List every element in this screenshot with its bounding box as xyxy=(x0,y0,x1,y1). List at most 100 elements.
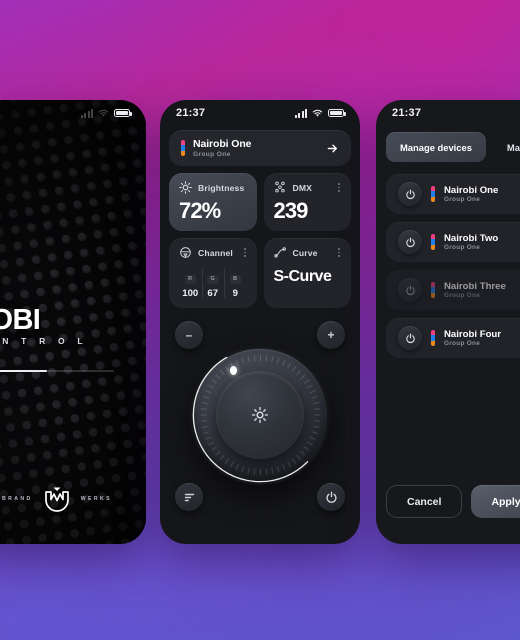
card-curve[interactable]: Curve S-Curve xyxy=(263,238,351,308)
card-dmx[interactable]: DMX 239 xyxy=(263,173,351,231)
device-color-stack-icon xyxy=(431,282,435,298)
power-icon xyxy=(326,491,336,503)
device-row-text: Nairobi One Group One xyxy=(444,185,498,203)
sun-icon xyxy=(179,181,192,194)
filter-lines-icon xyxy=(184,493,194,501)
control-cards-grid: Brightness 72% DMX 239 Channel R 100 G 6… xyxy=(169,173,351,308)
splash-progress-bar xyxy=(0,370,114,372)
device-row-name: Nairobi Two xyxy=(444,232,499,244)
device-row-name: Nairobi Three xyxy=(444,280,506,292)
device-power-toggle[interactable] xyxy=(398,182,422,206)
card-channel-menu-icon[interactable] xyxy=(243,247,247,257)
phone-splash-screen: 21:37 NAIROBI C O N T R O L BRAND WERK xyxy=(0,100,146,544)
curve-icon xyxy=(273,247,286,258)
device-header-group: Group One xyxy=(193,150,231,158)
device-header-text: Nairobi One Group One xyxy=(193,138,318,157)
battery-icon xyxy=(114,108,132,118)
device-row-name: Nairobi Four xyxy=(444,328,502,340)
rgb-key-b: B xyxy=(229,274,241,284)
device-row-text: Nairobi Four Group One xyxy=(444,329,501,347)
device-row-group: Group One xyxy=(444,244,481,252)
device-row-name: Nairobi One xyxy=(444,184,499,196)
card-channel[interactable]: Channel R 100 G 67 B 9 xyxy=(169,238,257,308)
dial-position-indicator[interactable] xyxy=(230,365,238,375)
power-button[interactable] xyxy=(317,483,345,511)
brightness-dial[interactable] xyxy=(190,345,330,485)
device-row-nairobi-three[interactable]: Nairobi Three Group One xyxy=(386,270,520,310)
dial-inner-knob[interactable] xyxy=(216,371,304,459)
device-row-nairobi-four[interactable]: Nairobi Four Group One xyxy=(386,318,520,358)
rgb-key-g: G xyxy=(206,274,219,284)
device-row-nairobi-one[interactable]: Nairobi One Group One xyxy=(386,174,520,214)
device-row-group: Group One xyxy=(444,292,481,300)
tab-manage-groups-label: Manage groups xyxy=(506,141,520,153)
card-dmx-label: DMX xyxy=(292,182,313,193)
status-time-mid: 21:37 xyxy=(176,107,206,119)
card-curve-value: S-Curve xyxy=(273,268,332,285)
device-row-text: Nairobi Three Group One xyxy=(444,281,506,299)
status-icons-mid xyxy=(294,108,346,118)
device-power-toggle[interactable] xyxy=(398,326,422,350)
rgb-value-r: 100 xyxy=(182,288,199,299)
status-bar-right: 21:37 xyxy=(376,100,520,126)
splash-progress-fill xyxy=(0,370,48,372)
device-manager-footer: Cancel Apply Save xyxy=(386,485,520,518)
card-brightness-value: 72% xyxy=(179,198,221,223)
tab-manage-devices-label: Manage devices xyxy=(400,141,472,153)
phone-controller-screen: 21:37 Nairobi One Group One Brightness 7… xyxy=(160,100,360,544)
card-curve-header: Curve xyxy=(273,246,342,259)
device-power-toggle[interactable] xyxy=(398,230,422,254)
rgb-value-b: 9 xyxy=(232,288,238,299)
brightness-sun-icon xyxy=(251,406,269,424)
status-bar-mid: 21:37 xyxy=(160,100,360,126)
device-color-stack-icon xyxy=(431,186,435,202)
apply-label: Apply xyxy=(491,495,520,508)
device-header-bar[interactable]: Nairobi One Group One xyxy=(169,130,351,166)
card-brightness-header: Brightness xyxy=(179,181,247,194)
card-dmx-value: 239 xyxy=(273,198,309,223)
channel-icon xyxy=(180,247,191,258)
cancel-button[interactable]: Cancel xyxy=(386,485,463,518)
dial-zone: – + xyxy=(169,317,351,513)
power-icon xyxy=(405,333,415,343)
device-color-stack-icon xyxy=(181,140,185,156)
tab-manage-devices[interactable]: Manage devices xyxy=(386,132,486,162)
power-icon xyxy=(405,285,415,295)
dmx-nodes-icon xyxy=(274,181,285,193)
increase-label: + xyxy=(327,327,335,342)
device-row-nairobi-two[interactable]: Nairobi Two Group One xyxy=(386,222,520,262)
device-color-stack-icon xyxy=(431,234,435,250)
battery-icon xyxy=(328,108,346,118)
device-power-toggle[interactable] xyxy=(398,278,422,302)
card-dmx-menu-icon[interactable] xyxy=(337,182,341,192)
card-channel-label: Channel xyxy=(198,247,233,258)
device-row-group: Group One xyxy=(444,196,481,204)
device-header-name: Nairobi One xyxy=(193,138,252,151)
power-icon xyxy=(405,237,415,247)
rgb-channel-row: R 100 G 67 B 9 xyxy=(179,267,247,299)
card-brightness-label: Brightness xyxy=(198,182,245,193)
device-list: Nairobi One Group One Nairobi Two Group … xyxy=(386,174,520,358)
device-row-text: Nairobi Two Group One xyxy=(444,233,498,251)
card-channel-header: Channel xyxy=(179,246,247,259)
card-dmx-header: DMX xyxy=(274,181,342,194)
apply-button[interactable]: Apply xyxy=(471,485,520,518)
device-manager-body: Manage devices Manage groups xyxy=(376,126,520,358)
splash-subtitle: C O N T R O L xyxy=(0,336,88,346)
rgb-cell-r: R 100 xyxy=(179,267,202,299)
brand-mark: BRAND WERKS xyxy=(0,485,146,513)
rgb-cell-b: B 9 xyxy=(224,267,247,299)
scenes-button[interactable] xyxy=(175,483,203,511)
rgb-value-g: 67 xyxy=(207,288,219,299)
splash-title: NAIROBI xyxy=(0,304,41,336)
cancel-label: Cancel xyxy=(407,495,442,508)
card-curve-menu-icon[interactable] xyxy=(337,247,341,257)
arrow-right-icon[interactable] xyxy=(326,142,339,155)
phone-device-manager-screen: 21:37 Manage devices Manage groups xyxy=(376,100,520,544)
device-row-group: Group One xyxy=(444,340,481,348)
card-brightness[interactable]: Brightness 72% xyxy=(169,173,257,231)
manage-tabs: Manage devices Manage groups xyxy=(386,132,520,162)
decrease-label: – xyxy=(185,327,193,342)
tab-manage-groups[interactable]: Manage groups xyxy=(493,132,520,162)
card-curve-label: Curve xyxy=(292,247,318,258)
